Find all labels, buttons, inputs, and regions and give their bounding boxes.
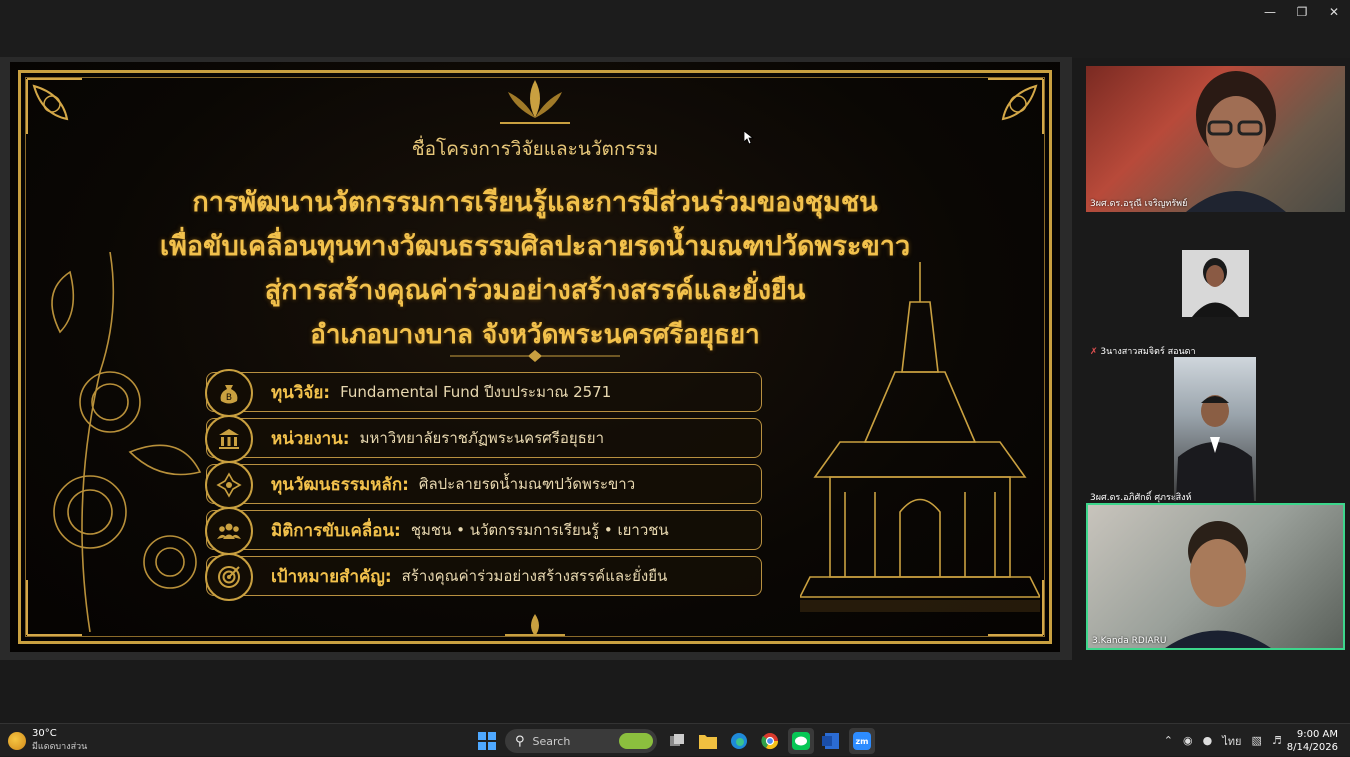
search-input[interactable]: ⚲ Search <box>505 729 657 753</box>
info-label-agency: หน่วยงาน: <box>271 428 350 449</box>
info-row-dimension: มิติการขับเคลื่อน: ชุมชน • นวัตกรรมการเร… <box>205 507 762 555</box>
svg-text:B: B <box>226 393 232 403</box>
system-tray: ⌃ ◉ ● ไทย ▧ ♬ 9:00 AM 8/14/2026 <box>1159 724 1350 757</box>
weather-description: มีแดดบางส่วน <box>32 742 88 752</box>
word-document-icon <box>822 733 839 749</box>
microphone-icon[interactable]: ● <box>1203 734 1213 747</box>
lotus-ornament-icon <box>205 461 253 509</box>
title-divider-icon <box>450 350 620 362</box>
clock-date: 8/14/2026 <box>1286 741 1338 753</box>
volume-icon[interactable]: ♬ <box>1272 734 1282 747</box>
slide-title-line-2: เพื่อขับเคลื่อนทุนทางวัฒนธรรมศิลปะลายรดน… <box>159 231 911 262</box>
folder-icon <box>699 735 717 749</box>
taskbar: 30°C มีแดดบางส่วน ⚲ Search zm ⌃ ◉ ● ไทย … <box>0 723 1350 756</box>
info-label-dimension: มิติการขับเคลื่อน: <box>271 520 401 541</box>
chrome-icon <box>761 733 779 750</box>
restore-icon[interactable]: ❐ <box>1286 0 1318 24</box>
participant-thumbnail-2[interactable] <box>1182 250 1249 317</box>
participant-avatar <box>1186 71 1286 212</box>
word-button[interactable] <box>818 728 844 754</box>
people-group-icon <box>205 507 253 555</box>
participant-video-tile-1[interactable]: 3ผศ.ดร.อรุณี เจริญทรัพย์ <box>1086 66 1345 212</box>
window-controls: — ❐ ✕ <box>1254 0 1350 24</box>
hidden-icons-icon[interactable]: ◉ <box>1183 734 1193 747</box>
corner-ornament-icon <box>988 78 1044 134</box>
close-icon[interactable]: ✕ <box>1318 0 1350 24</box>
top-lotus-ornament-icon <box>500 80 570 124</box>
institution-icon <box>205 415 253 463</box>
start-button[interactable] <box>474 728 500 754</box>
info-value-culture: ศิลปะลายรดน้ำมณฑปวัดพระขาว <box>418 475 636 493</box>
info-value-goal: สร้างคุณค่าร่วมอย่างสร้างสรรค์และยั่งยืน <box>401 567 668 585</box>
window-title-bar: — ❐ ✕ <box>0 0 1350 58</box>
money-bag-icon: B <box>205 369 253 417</box>
weather-widget[interactable]: 30°C มีแดดบางส่วน <box>8 728 87 753</box>
participant-avatar <box>1192 258 1239 317</box>
task-view-icon <box>670 734 684 746</box>
info-row-goal: เป้าหมายสำคัญ: สร้างคุณค่าร่วมอย่างสร้าง… <box>205 553 762 601</box>
info-label-goal: เป้าหมายสำคัญ: <box>271 566 392 587</box>
line-chat-icon <box>792 732 810 750</box>
search-placeholder: Search <box>532 734 571 748</box>
bottom-lotus-ornament-icon <box>505 614 565 636</box>
slide-title-line-3: สู่การสร้างคุณค่าร่วมอย่างสร้างสรรค์และย… <box>264 275 806 306</box>
presentation-slide: ชื่อโครงการวิจัยและนวัตกรรม การพัฒนานวัต… <box>10 62 1060 652</box>
line-app-button[interactable] <box>788 728 814 754</box>
info-value-agency: มหาวิทยาลัยราชภัฏพระนครศรีอยุธยา <box>359 429 605 447</box>
participant-name: 3ผศ.ดร.อภิศักดิ์ ศุภระสิงห์ <box>1090 493 1192 503</box>
zoom-icon: zm <box>853 732 871 750</box>
participant-avatar <box>1176 395 1254 501</box>
participant-name: 3ผศ.ดร.อรุณี เจริญทรัพย์ <box>1090 199 1188 209</box>
windows-logo-icon <box>478 732 496 750</box>
weather-icon <box>8 731 26 750</box>
network-icon[interactable]: ▧ <box>1251 734 1261 747</box>
minimize-icon[interactable]: — <box>1254 0 1286 24</box>
clock-time: 9:00 AM <box>1296 728 1338 740</box>
participant-video-tile-active[interactable]: 3.Kanda RDIARU <box>1086 503 1345 650</box>
slide-title-line-1: การพัฒนานวัตกรรมการเรียนรู้และการมีส่วนร… <box>192 187 878 218</box>
edge-button[interactable] <box>726 728 752 754</box>
edge-icon <box>731 733 747 749</box>
file-explorer-button[interactable] <box>695 728 721 754</box>
info-row-funding: B ทุนวิจัย: Fundamental Fund ปีงบประมาณ … <box>205 369 762 417</box>
clock[interactable]: 9:00 AM 8/14/2026 <box>1287 728 1338 754</box>
slide-heading: ชื่อโครงการวิจัยและนวัตกรรม <box>411 138 659 160</box>
chrome-button[interactable] <box>757 728 783 754</box>
language-indicator[interactable]: ไทย <box>1222 732 1241 750</box>
search-icon: ⚲ <box>515 733 525 749</box>
participant-name: 3.Kanda RDIARU <box>1092 636 1167 646</box>
info-row-agency: หน่วยงาน: มหาวิทยาลัยราชภัฏพระนครศรีอยุธ… <box>205 415 762 463</box>
info-label-culture: ทุนวัฒนธรรมหลัก: <box>271 474 409 495</box>
info-value-dimension: ชุมชน • นวัตกรรมการเรียนรู้ • เยาวชน <box>410 521 669 539</box>
participant-name: ✗ 3นางสาวสมจิตร์ สอนดา <box>1090 347 1196 357</box>
info-value-funding: Fundamental Fund ปีงบประมาณ 2571 <box>340 383 612 401</box>
muted-mic-icon: ✗ <box>1090 347 1098 357</box>
mouse-cursor-icon <box>744 131 754 145</box>
info-label-funding: ทุนวิจัย: <box>271 382 331 403</box>
weather-temperature: 30°C <box>32 728 57 739</box>
corner-ornament-icon <box>26 78 82 134</box>
task-view-button[interactable] <box>664 728 690 754</box>
slide-title-line-4: อำเภอบางบาล จังหวัดพระนครศรีอยุธยา <box>310 320 760 350</box>
target-icon <box>205 553 253 601</box>
zoom-app-button[interactable]: zm <box>849 728 875 754</box>
participant-avatar <box>1165 521 1271 648</box>
participant-video-tile-3[interactable] <box>1174 357 1256 501</box>
info-row-culture: ทุนวัฒนธรรมหลัก: ศิลปะลายรดน้ำมณฑปวัดพระ… <box>205 461 762 509</box>
chevron-up-icon[interactable]: ⌃ <box>1164 734 1173 747</box>
search-highlight-icon <box>619 733 653 749</box>
